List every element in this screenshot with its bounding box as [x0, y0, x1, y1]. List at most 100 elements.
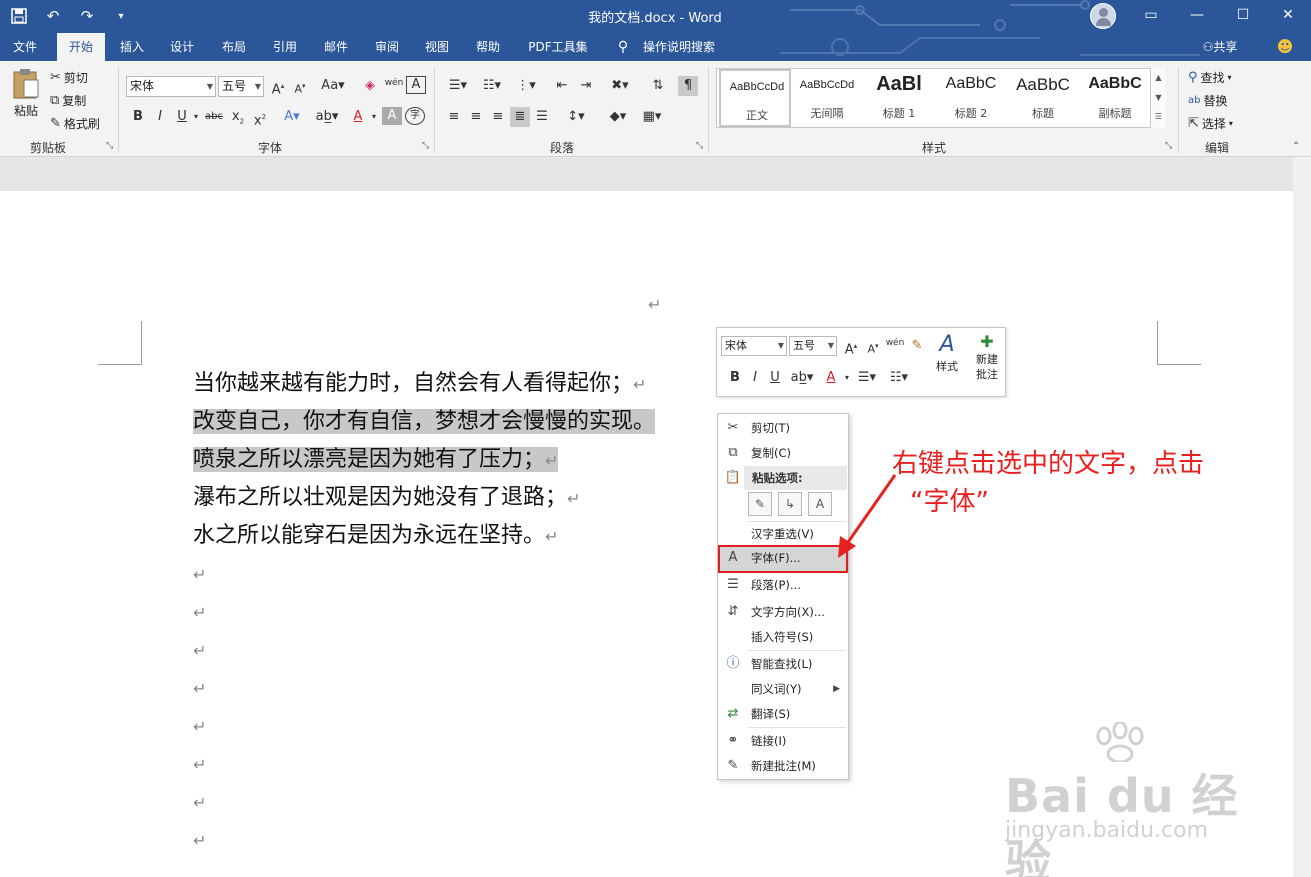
document-line[interactable]: 瀑布之所以壮观是因为她没有了退路；↵: [193, 479, 580, 517]
enclose-char-icon[interactable]: 字: [405, 107, 425, 125]
copy-button[interactable]: ⧉ 复制: [50, 92, 86, 109]
shading-icon[interactable]: ◆▾: [604, 107, 632, 127]
menu-smart-lookup[interactable]: ⓘ 智能查找(L): [718, 652, 848, 676]
strikethrough-icon[interactable]: abc: [204, 107, 224, 127]
subscript-icon[interactable]: x2: [228, 107, 248, 127]
numbering-icon[interactable]: ☷▾: [478, 76, 506, 96]
line-spacing-icon[interactable]: ↕▾: [562, 107, 590, 127]
menu-insert-symbol[interactable]: 插入符号(S): [718, 625, 848, 649]
mini-new-comment-button[interactable]: ✚ 新建批注: [971, 332, 1003, 382]
menu-synonyms[interactable]: 同义词(Y) ▶: [718, 677, 848, 701]
redo-icon[interactable]: ↷: [76, 5, 98, 27]
style-heading-1[interactable]: AaBl 标题 1: [863, 69, 935, 127]
tab-file[interactable]: 文件: [0, 33, 50, 61]
phonetic-guide-icon[interactable]: wén: [384, 73, 404, 93]
brush-icon[interactable]: ✎: [907, 336, 927, 356]
dialog-launcher-icon[interactable]: ⤡: [106, 141, 113, 151]
collapse-ribbon-icon[interactable]: ⌃: [1292, 141, 1300, 152]
customize-qat-icon[interactable]: ▾: [110, 5, 132, 27]
tell-me-search[interactable]: 操作说明搜索: [636, 33, 722, 61]
distributed-icon[interactable]: ☰: [532, 107, 552, 127]
shrink-font-icon[interactable]: A▾: [290, 76, 310, 96]
smiley-icon[interactable]: ☻: [1274, 33, 1296, 61]
bullets-icon[interactable]: ☰▾: [444, 76, 472, 96]
ribbon-display-options-icon[interactable]: ▭: [1128, 0, 1174, 30]
align-right-icon[interactable]: ≡: [488, 107, 508, 127]
increase-indent-icon[interactable]: ⇥: [576, 76, 596, 96]
document-line[interactable]: 当你越来越有能力时，自然会有人看得起你；↵: [193, 365, 646, 403]
style-subtitle[interactable]: AaBbC 副标题: [1079, 69, 1151, 127]
paste-button[interactable]: 粘贴: [8, 67, 44, 119]
highlight-color-icon[interactable]: ab̲▾: [312, 107, 342, 127]
italic-icon[interactable]: I: [745, 368, 765, 388]
bold-icon[interactable]: B: [725, 368, 745, 388]
document-line[interactable]: 水之所以能穿石是因为永远在坚持。↵: [193, 517, 558, 555]
tab-layout[interactable]: 布局: [212, 33, 256, 61]
select-button[interactable]: ⇱ 选择 ▾: [1188, 115, 1233, 132]
tab-home[interactable]: 开始: [57, 33, 105, 61]
paste-merge-format-icon[interactable]: ↳: [778, 492, 802, 516]
underline-icon[interactable]: U: [765, 368, 785, 388]
share-button[interactable]: ⚇共享: [1195, 33, 1245, 61]
dialog-launcher-icon[interactable]: ⤡: [696, 141, 703, 151]
minimize-button[interactable]: —: [1174, 0, 1220, 30]
style-no-spacing[interactable]: AaBbCcDd 无间隔: [791, 69, 863, 127]
font-name-combo[interactable]: 宋体 ▼: [126, 76, 216, 97]
chevron-down-icon[interactable]: ▾: [186, 107, 206, 127]
phonetic-guide-icon[interactable]: wén: [885, 333, 905, 353]
menu-text-direction[interactable]: ⇵ 文字方向(X)...: [718, 600, 848, 624]
bold-icon[interactable]: B: [128, 107, 148, 127]
clear-format-icon[interactable]: ◈: [360, 76, 380, 96]
menu-copy[interactable]: ⧉ 复制(C): [718, 441, 848, 465]
document-line-selected[interactable]: 喷泉之所以漂亮是因为她有了压力；↵: [193, 441, 559, 479]
vertical-scrollbar[interactable]: [1293, 157, 1311, 877]
format-painter-button[interactable]: ✎ 格式刷: [50, 115, 100, 132]
more-styles-icon[interactable]: ☰: [1151, 108, 1166, 126]
italic-icon[interactable]: I: [150, 107, 170, 127]
borders-icon[interactable]: ▦▾: [638, 107, 666, 127]
menu-paragraph[interactable]: ☰ 段落(P)...: [718, 573, 848, 597]
replace-button[interactable]: ab 替换: [1188, 92, 1228, 109]
undo-icon[interactable]: ↶: [42, 5, 64, 27]
paste-text-only-icon[interactable]: A: [808, 492, 832, 516]
chinese-layout-icon[interactable]: ✖▾: [606, 76, 634, 96]
style-heading-2[interactable]: AaBbC 标题 2: [935, 69, 1007, 127]
paste-keep-source-icon[interactable]: ✎: [748, 492, 772, 516]
menu-reconvert[interactable]: 汉字重选(V): [718, 522, 848, 546]
tab-design[interactable]: 设计: [160, 33, 204, 61]
bullets-icon[interactable]: ☰▾: [853, 368, 881, 388]
text-effects-icon[interactable]: A▾: [282, 107, 302, 127]
dialog-launcher-icon[interactable]: ⤡: [422, 141, 429, 151]
font-size-combo[interactable]: 五号 ▼: [218, 76, 264, 97]
shrink-font-icon[interactable]: A▾: [863, 336, 883, 356]
menu-link[interactable]: ⚭ 链接(I): [718, 729, 848, 753]
scroll-down-icon[interactable]: ▼: [1151, 88, 1166, 108]
save-icon[interactable]: [8, 5, 30, 27]
find-button[interactable]: ⚲ 查找 ▾: [1188, 69, 1232, 86]
menu-cut[interactable]: ✂ 剪切(T): [718, 416, 848, 440]
tab-view[interactable]: 视图: [415, 33, 459, 61]
numbering-icon[interactable]: ☷▾: [885, 368, 913, 388]
maximize-button[interactable]: ☐: [1220, 0, 1266, 30]
change-case-icon[interactable]: Aa▾: [318, 76, 348, 96]
tab-pdf-tools[interactable]: PDF工具集: [520, 33, 596, 61]
char-border-icon[interactable]: A: [406, 76, 426, 94]
close-button[interactable]: ✕: [1265, 0, 1311, 30]
align-center-icon[interactable]: ≡: [466, 107, 486, 127]
grow-font-icon[interactable]: A▴: [841, 336, 861, 357]
document-line-selected[interactable]: 改变自己，你才有自信，梦想才会慢慢的实现。: [193, 403, 656, 441]
sort-icon[interactable]: ⇅: [648, 76, 668, 96]
gallery-scroll[interactable]: ▲ ▼ ☰: [1150, 68, 1166, 128]
cut-button[interactable]: ✂ 剪切: [50, 69, 88, 86]
tab-references[interactable]: 引用: [263, 33, 307, 61]
align-left-icon[interactable]: ≡: [444, 107, 464, 127]
tab-help[interactable]: 帮助: [466, 33, 510, 61]
style-normal[interactable]: AaBbCcDd 正文: [719, 69, 791, 127]
char-shading-icon[interactable]: A: [382, 107, 402, 125]
justify-icon[interactable]: ≣: [510, 107, 530, 127]
menu-translate[interactable]: ⇄ 翻译(S): [718, 702, 848, 726]
menu-new-comment[interactable]: ✎ 新建批注(M): [718, 754, 848, 778]
mini-font-combo[interactable]: 宋体 ▼: [721, 336, 787, 356]
mini-size-combo[interactable]: 五号 ▼: [789, 336, 837, 356]
dialog-launcher-icon[interactable]: ⤡: [1165, 141, 1172, 151]
